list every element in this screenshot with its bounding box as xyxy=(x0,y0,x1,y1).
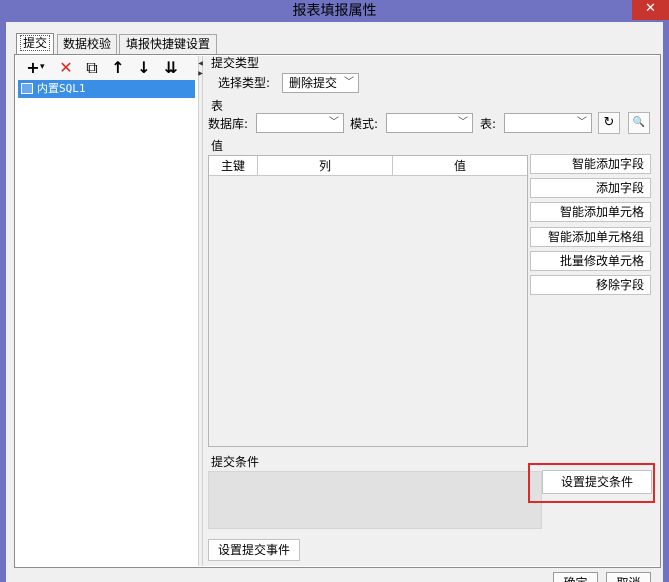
preview-icon: 🔍 xyxy=(632,117,646,128)
chevron-down-icon: ﹀ xyxy=(344,77,354,88)
submit-type-section-label: 提交类型 xyxy=(211,56,260,70)
submit-type-select[interactable]: 删除提交 ﹀ xyxy=(282,73,359,93)
select-type-label: 选择类型: xyxy=(218,76,271,90)
table-label: 表: xyxy=(480,117,497,131)
smart-add-cell-group-button[interactable]: 智能添加单元格组 xyxy=(530,227,651,247)
schema-label: 模式: xyxy=(350,117,379,131)
smart-add-field-button[interactable]: 智能添加字段 xyxy=(530,154,651,174)
condition-section-label: 提交条件 xyxy=(211,455,260,469)
move-up-icon[interactable]: ↑ xyxy=(108,58,128,78)
table-section-label: 表 xyxy=(211,99,224,113)
batch-modify-cells-button[interactable]: 批量修改单元格 xyxy=(530,251,651,271)
move-down-icon[interactable]: ↓ xyxy=(134,58,154,78)
column-header-value[interactable]: 值 xyxy=(393,156,527,176)
chevron-down-icon: ﹀ xyxy=(577,117,587,128)
move-bottom-icon[interactable]: ⇊ xyxy=(161,58,181,78)
tree-item-label: 内置SQL1 xyxy=(37,82,86,95)
ok-button[interactable]: 确定 xyxy=(553,572,598,582)
column-header-primary-key[interactable]: 主键 xyxy=(209,156,258,176)
tree-panel xyxy=(16,56,198,566)
table-select[interactable]: ﹀ xyxy=(504,113,592,133)
remove-field-button[interactable]: 移除字段 xyxy=(530,275,651,295)
schema-select[interactable]: ﹀ xyxy=(386,113,473,133)
chevron-down-icon: ﹀ xyxy=(329,117,339,128)
set-submit-condition-button[interactable]: 设置提交条件 xyxy=(542,470,652,494)
values-section-label: 值 xyxy=(211,139,224,153)
delete-icon[interactable]: ✕ xyxy=(56,58,76,78)
add-field-button[interactable]: 添加字段 xyxy=(530,178,651,198)
cancel-button[interactable]: 取消 xyxy=(606,572,651,582)
column-header-column[interactable]: 列 xyxy=(258,156,393,176)
smart-add-cell-button[interactable]: 智能添加单元格 xyxy=(530,202,651,222)
values-table[interactable] xyxy=(208,155,528,447)
preview-table-button[interactable]: 🔍 xyxy=(628,112,650,134)
tab-data-validation[interactable]: 数据校验 xyxy=(57,34,117,54)
tab-submit[interactable]: 提交 xyxy=(16,33,54,55)
database-table-icon xyxy=(21,83,33,94)
database-select[interactable]: ﹀ xyxy=(256,113,344,133)
submit-type-value: 删除提交 xyxy=(289,76,338,90)
copy-icon[interactable]: ⧉ xyxy=(82,58,102,78)
set-submit-event-button[interactable]: 设置提交事件 xyxy=(208,539,300,561)
database-label: 数据库: xyxy=(208,117,249,131)
chevron-down-icon: ﹀ xyxy=(458,117,468,128)
window-title: 报表填报属性 xyxy=(292,3,377,19)
tab-shortcut-settings[interactable]: 填报快捷键设置 xyxy=(119,34,217,54)
refresh-button[interactable]: ↻ xyxy=(598,112,620,134)
close-button[interactable]: ✕ xyxy=(632,0,669,20)
refresh-icon: ↻ xyxy=(603,115,615,130)
tab-submit-label: 提交 xyxy=(19,35,50,51)
add-dropdown-icon[interactable]: ▾ xyxy=(40,60,45,74)
condition-display-area xyxy=(208,471,542,529)
